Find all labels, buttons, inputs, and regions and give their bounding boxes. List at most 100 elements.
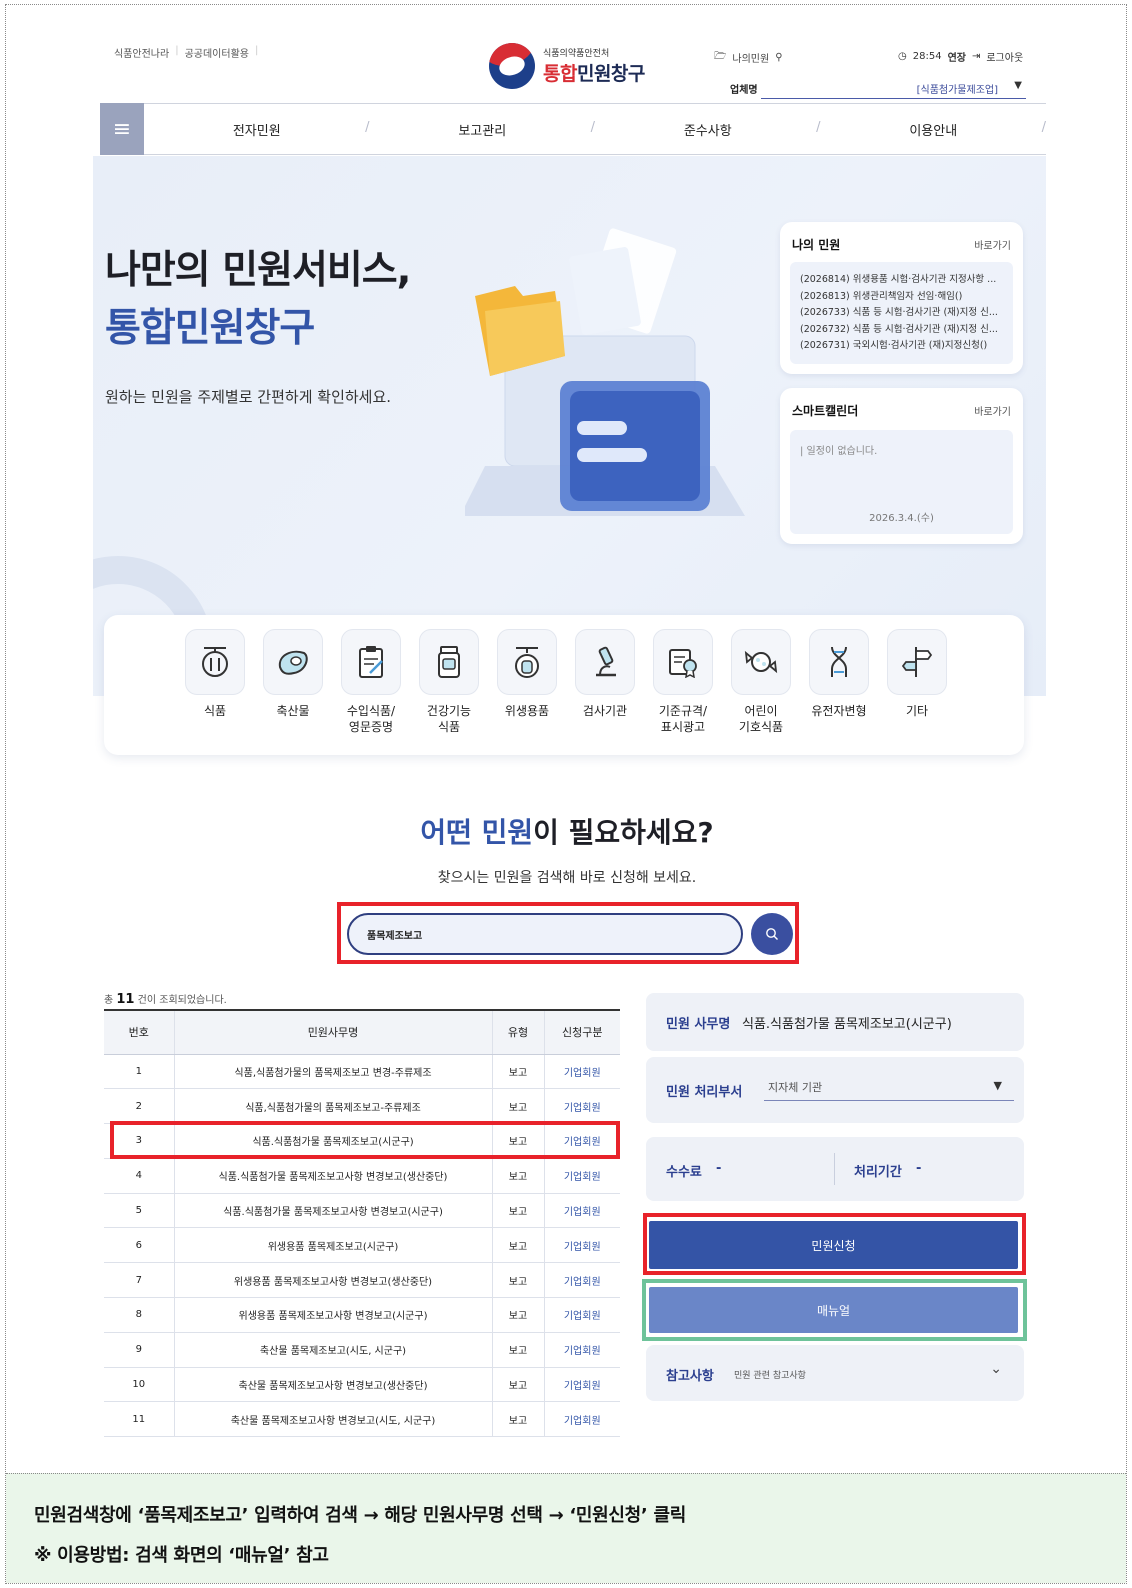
- meat-icon: [263, 629, 323, 695]
- dropdown-arrow-icon: ▼: [1014, 80, 1022, 91]
- instruction-line-2: ※ 이용방법: 검색 화면의 ‘매뉴얼’ 참고: [34, 1545, 329, 1566]
- user-icon[interactable]: ⚲: [775, 52, 782, 63]
- health-food-icon: [419, 629, 479, 695]
- search-heading: 어떤 민원이 필요하세요?: [420, 816, 714, 849]
- calendar-empty-text: | 일정이 없습니다.: [800, 446, 878, 457]
- fee-label: 수수료: [666, 1165, 702, 1180]
- calendar-more-link[interactable]: 바로가기: [974, 403, 1011, 418]
- util-link-foodsafety[interactable]: 식품안전나라: [114, 45, 169, 60]
- table-row[interactable]: 9 축산물 품목제조보고(시도, 시군구) 보고 기업회원: [104, 1332, 620, 1368]
- hero-title: 나만의 민원서비스, 통합민원창구: [105, 248, 411, 351]
- list-item[interactable]: (2026813) 위생관리책임자 선임·해임(): [800, 289, 1003, 306]
- fee-period-box: 수수료 - 처리기간 -: [646, 1137, 1024, 1201]
- logo-text: 식품의약품안전처 통합민원창구: [543, 46, 645, 86]
- logout-icon[interactable]: ⇥: [972, 51, 980, 62]
- folder-icon: 🗁: [714, 51, 727, 62]
- category-gmo[interactable]: 유전자변형: [806, 629, 872, 719]
- chevron-down-icon[interactable]: ⌄: [990, 1361, 1002, 1377]
- extend-button[interactable]: 연장: [948, 49, 966, 64]
- category-hygiene[interactable]: 위생용품: [494, 629, 560, 719]
- logout-button[interactable]: 로그아웃: [986, 49, 1023, 64]
- col-header-no: 번호: [104, 1009, 174, 1055]
- dropdown-arrow-icon: ▼: [993, 1079, 1002, 1092]
- site-logo[interactable]: 식품의약품안전처 통합민원창구: [489, 43, 645, 89]
- my-complaints-list: (2026814) 위생용품 시험·검사기관 지정사항 ... (2026813…: [790, 262, 1013, 364]
- category-kids-food[interactable]: 어린이 기호식품: [728, 629, 794, 735]
- reference-label: 참고사항: [666, 1369, 714, 1384]
- import-food-icon: [341, 629, 401, 695]
- util-link-opendata[interactable]: 공공데이터활용: [185, 45, 249, 60]
- table-row[interactable]: 2 식품,식품첨가물의 품목제조보고-주류제조 보고 기업회원: [104, 1088, 620, 1125]
- government-emblem-icon: [489, 43, 535, 89]
- nav-item-guide[interactable]: 이용안내: [821, 120, 1047, 139]
- divider: |: [254, 45, 259, 56]
- table-header-row: 번호 민원사무명 유형 신청구분: [104, 1009, 620, 1055]
- screenshot-frame: 식품안전나라 | 공공데이터활용 | 식품의약품안전처 통합민원창구 🗁 나의민…: [5, 4, 1127, 1584]
- company-label: 업체명: [730, 85, 758, 96]
- manual-button[interactable]: 매뉴얼: [649, 1287, 1018, 1333]
- category-meat[interactable]: 축산물: [260, 629, 326, 719]
- table-row[interactable]: 11 축산물 품목제조보고사항 변경보고(시도, 시군구) 보고 기업회원: [104, 1401, 620, 1438]
- my-complaints-more-link[interactable]: 바로가기: [974, 237, 1011, 252]
- col-header-name: 민원사무명: [173, 1009, 492, 1055]
- category-health-food[interactable]: 건강기능 식품: [416, 629, 482, 735]
- col-header-type: 유형: [491, 1009, 544, 1055]
- divider: [834, 1153, 835, 1185]
- category-food[interactable]: 식품: [182, 629, 248, 719]
- company-value: [식품첨가물제조업]: [916, 85, 998, 96]
- search-button[interactable]: [751, 913, 793, 955]
- complaint-name-value: 식품.식품첨가물 품목제조보고(시군구): [742, 1017, 952, 1032]
- category-label: 건강기능 식품: [426, 704, 472, 734]
- col-header-applicant: 신청구분: [543, 1009, 620, 1055]
- table-row[interactable]: 6 위생용품 품목제조보고(시군구) 보고 기업회원: [104, 1227, 620, 1264]
- period-label: 처리기간: [854, 1165, 902, 1180]
- instruction-note: 민원검색창에 ‘품목제조보고’ 입력하여 검색 → 해당 민원사무명 선택 → …: [6, 1473, 1126, 1583]
- category-label: 수입식품/ 영문증명: [346, 704, 396, 734]
- search-icon: [766, 928, 778, 940]
- company-select[interactable]: [식품첨가물제조업] ▼: [761, 75, 1026, 99]
- table-row[interactable]: 10 축산물 품목제조보고사항 변경보고(생산중단) 보고 기업회원: [104, 1367, 620, 1403]
- complaint-name-label: 민원 사무명: [666, 1017, 731, 1032]
- department-value: 지자체 기관: [768, 1081, 823, 1094]
- complaint-name-box: 민원 사무명 식품.식품첨가물 품목제조보고(시군구): [646, 993, 1024, 1051]
- table-row[interactable]: 1 식품,식품첨가물의 품목제조보고 변경-주류제조 보고 기업회원: [104, 1054, 620, 1090]
- category-label: 기준규격/ 표시광고: [658, 704, 708, 734]
- nav-item-e-complaint[interactable]: 전자민원: [144, 120, 370, 139]
- list-item[interactable]: (2026731) 국외시험·검사기관 (재)지정신청(): [800, 338, 1003, 355]
- nav-item-report[interactable]: 보고관리: [370, 120, 596, 139]
- session-timer: ◷ 28:54 연장 ⇥ 로그아웃: [898, 49, 1023, 64]
- hygiene-icon: [497, 629, 557, 695]
- candy-icon: [731, 629, 791, 695]
- row-highlight-box: [110, 1121, 620, 1159]
- list-item[interactable]: (2026733) 식품 등 시험·검사기관 (재)지정 신...: [800, 305, 1003, 322]
- list-item[interactable]: (2026814) 위생용품 시험·검사기관 지정사항 ...: [800, 272, 1003, 289]
- results-table: 번호 민원사무명 유형 신청구분 1 식품,식품첨가물의 품목제조보고 변경-주류…: [104, 1009, 620, 1438]
- reference-box[interactable]: 참고사항 민원 관련 참고사항 ⌄: [646, 1345, 1024, 1401]
- category-label: 기타: [905, 704, 929, 718]
- divider: |: [175, 45, 179, 56]
- category-inspection-agency[interactable]: 검사기관: [572, 629, 638, 719]
- nav-item-compliance[interactable]: 준수사항: [595, 120, 821, 139]
- my-complaints-link[interactable]: 🗁 나의민원 ⚲: [714, 49, 783, 66]
- department-label: 민원 처리부서: [666, 1085, 743, 1100]
- table-row[interactable]: 7 위생용품 품목제조보고사항 변경보고(생산중단) 보고 기업회원: [104, 1262, 620, 1299]
- list-item[interactable]: (2026732) 식품 등 시험·검사기관 (재)지정 신...: [800, 322, 1003, 339]
- fee-value: -: [716, 1161, 722, 1176]
- reference-text: 민원 관련 참고사항: [734, 1371, 806, 1381]
- category-import-food[interactable]: 수입식품/ 영문증명: [338, 629, 404, 735]
- panel-title: 스마트캘린더: [792, 404, 859, 418]
- dna-icon: [809, 629, 869, 695]
- department-box: 민원 처리부서 지자체 기관 ▼: [646, 1057, 1024, 1123]
- calendar-box: | 일정이 없습니다. 2026.3.4.(수): [790, 430, 1013, 534]
- category-etc[interactable]: 기타: [884, 629, 950, 719]
- table-row[interactable]: 5 식품.식품첨가물 품목제조보고사항 변경보고(시군구) 보고 기업회원: [104, 1193, 620, 1229]
- search-input[interactable]: 품목제조보고: [347, 913, 743, 955]
- department-select[interactable]: 지자체 기관 ▼: [764, 1071, 1014, 1101]
- apply-button[interactable]: 민원신청: [649, 1221, 1018, 1269]
- category-standards[interactable]: 기준규격/ 표시광고: [650, 629, 716, 735]
- table-row[interactable]: 8 위생용품 품목제조보고사항 변경보고(시군구) 보고 기업회원: [104, 1297, 620, 1333]
- smart-calendar-panel: 스마트캘린더 바로가기 | 일정이 없습니다. 2026.3.4.(수): [780, 388, 1023, 544]
- table-row[interactable]: 4 식품.식품첨가물 품목제조보고사항 변경보고(생산중단) 보고 기업회원: [104, 1158, 620, 1194]
- certificate-icon: [653, 629, 713, 695]
- menu-icon[interactable]: ≡: [100, 103, 144, 155]
